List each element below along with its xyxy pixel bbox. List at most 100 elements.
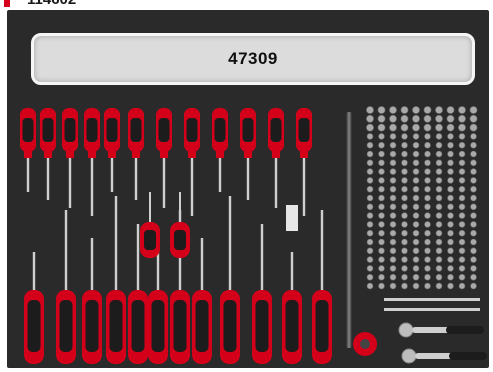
bit xyxy=(447,265,454,272)
bit xyxy=(366,194,374,202)
bit xyxy=(424,141,431,149)
screwdriver xyxy=(240,108,256,200)
bit xyxy=(366,282,374,290)
bit xyxy=(401,203,408,211)
bit xyxy=(470,203,477,211)
bit xyxy=(470,177,477,184)
bit xyxy=(435,133,443,140)
bit xyxy=(366,133,374,140)
bit xyxy=(401,141,408,149)
bit xyxy=(470,159,477,167)
bit xyxy=(435,177,443,184)
bit xyxy=(435,247,443,255)
bit xyxy=(424,194,431,202)
bit xyxy=(458,177,466,184)
bit xyxy=(366,221,374,228)
bit xyxy=(377,123,386,132)
bit xyxy=(424,256,431,263)
bit xyxy=(435,106,443,114)
bit xyxy=(470,238,477,246)
bit xyxy=(401,221,408,228)
bit xyxy=(435,212,443,219)
bit xyxy=(458,256,466,263)
bit xyxy=(412,256,420,263)
bit xyxy=(366,212,374,219)
bit xyxy=(435,168,443,175)
bit xyxy=(435,203,443,211)
bit-socket-grid xyxy=(366,106,478,290)
bit xyxy=(447,159,454,167)
bit xyxy=(378,150,385,158)
bit xyxy=(435,159,443,167)
bit xyxy=(424,238,431,246)
bit xyxy=(366,150,374,158)
bit xyxy=(412,123,420,132)
bit xyxy=(378,238,385,246)
bit xyxy=(412,168,420,175)
bit xyxy=(401,168,408,175)
bit xyxy=(458,106,466,114)
bit xyxy=(470,282,477,290)
bit xyxy=(458,114,466,123)
bit xyxy=(412,159,420,167)
bit xyxy=(401,185,408,193)
bit xyxy=(389,150,397,158)
bit xyxy=(412,212,420,219)
bit xyxy=(458,265,466,272)
bit xyxy=(389,159,397,167)
screwdriver xyxy=(148,252,168,364)
bit xyxy=(378,159,385,167)
bit xyxy=(401,229,408,237)
bit xyxy=(366,265,374,272)
screwdriver xyxy=(212,108,228,192)
bit xyxy=(389,141,397,149)
bit xyxy=(412,106,420,114)
bit xyxy=(435,114,443,123)
bit xyxy=(378,185,385,193)
bit xyxy=(435,150,443,158)
screwdriver xyxy=(192,238,212,364)
bit xyxy=(412,229,420,237)
bit xyxy=(400,123,409,132)
bit xyxy=(424,159,431,167)
bit xyxy=(423,123,432,132)
bit xyxy=(401,256,408,263)
bit xyxy=(424,203,431,211)
bit xyxy=(389,247,397,255)
bit xyxy=(447,229,454,237)
bit xyxy=(366,177,374,184)
mini-screwdriver xyxy=(170,192,190,258)
bit xyxy=(447,141,454,149)
bit xyxy=(470,168,477,175)
bit xyxy=(424,212,431,219)
bit xyxy=(366,229,374,237)
screwdriver xyxy=(56,210,76,364)
bit xyxy=(366,159,374,167)
bit xyxy=(401,133,408,140)
bit xyxy=(446,114,455,123)
bit xyxy=(446,123,455,132)
bit xyxy=(458,212,466,219)
bit xyxy=(401,212,408,219)
bit xyxy=(389,177,397,184)
bit xyxy=(377,114,386,123)
bit xyxy=(412,177,420,184)
bit xyxy=(389,221,397,228)
bit xyxy=(389,123,397,132)
screwdriver xyxy=(282,252,302,364)
bit xyxy=(447,168,454,175)
bit xyxy=(378,265,385,272)
bit xyxy=(424,265,431,272)
bit xyxy=(378,212,385,219)
bit xyxy=(401,159,408,167)
bit xyxy=(389,106,397,114)
bit xyxy=(412,194,420,202)
bit xyxy=(447,282,454,290)
bit xyxy=(378,229,385,237)
bit xyxy=(424,221,431,228)
screwdriver xyxy=(268,108,284,208)
bit xyxy=(412,150,420,158)
bit xyxy=(458,229,466,237)
bit xyxy=(412,247,420,255)
bit xyxy=(389,282,397,290)
